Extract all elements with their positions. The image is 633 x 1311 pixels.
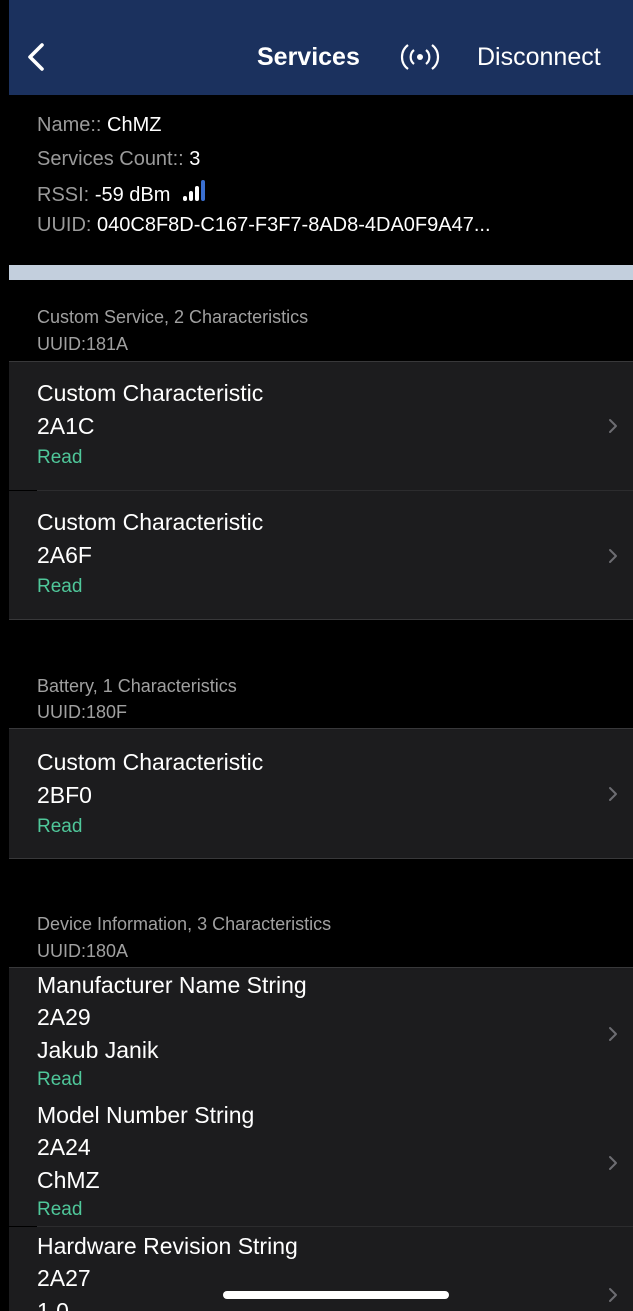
services-count-line: Services Count:: 3	[37, 147, 200, 171]
chevron-right-icon	[609, 549, 617, 563]
service-title: Custom Service, 2 Characteristics	[37, 307, 309, 327]
characteristic-name: Hardware Revision String	[37, 1233, 298, 1259]
device-name-line: Name:: ChMZ	[37, 113, 161, 137]
service-header: Device Information, 3 Characteristics UU…	[9, 859, 633, 967]
characteristic-name: Manufacturer Name String	[37, 972, 307, 998]
chevron-right-icon	[609, 1288, 617, 1302]
chevron-right-icon	[609, 1156, 617, 1170]
chevron-right-icon	[609, 787, 617, 801]
characteristic-row[interactable]: Model Number String 2A24 ChMZ Read	[9, 1097, 633, 1226]
characteristic-property: Read	[37, 1069, 83, 1090]
service-title: Battery, 1 Characteristics	[37, 676, 237, 696]
characteristic-property: Read	[37, 576, 83, 597]
characteristic-name: Custom Characteristic	[37, 509, 264, 535]
characteristic-value: Jakub Janik	[37, 1037, 159, 1063]
chevron-right-icon	[609, 419, 617, 433]
broadcast-icon[interactable]	[395, 40, 445, 74]
service-header: Battery, 1 Characteristics UUID:180F	[9, 620, 633, 728]
chevron-left-icon[interactable]	[23, 37, 51, 77]
services-count-label: Services Count::	[37, 148, 184, 170]
characteristic-value: ChMZ	[37, 1167, 100, 1193]
characteristic-property: Read	[37, 1199, 83, 1220]
device-name-label: Name::	[37, 114, 102, 136]
rssi-label: RSSI:	[37, 184, 90, 206]
service-uuid: UUID:180A	[37, 941, 129, 961]
characteristic-code: 2A29	[37, 1004, 91, 1030]
navigation-bar: Services Disconnect	[9, 0, 633, 95]
section-divider	[9, 265, 633, 280]
services-count-value: 3	[189, 148, 201, 170]
rssi-line: RSSI: -59 dBm	[37, 179, 208, 207]
chevron-right-icon	[609, 1027, 617, 1041]
characteristic-name: Model Number String	[37, 1102, 255, 1128]
characteristic-name: Custom Characteristic	[37, 749, 264, 775]
characteristic-code: 2A24	[37, 1134, 91, 1160]
characteristic-row[interactable]: Manufacturer Name String 2A29 Jakub Jani…	[9, 968, 633, 1097]
characteristic-code: 2A1C	[37, 413, 95, 439]
uuid-line: UUID: 040C8F8D-C167-F3F7-8AD8-4DA0F9A47.…	[37, 213, 491, 237]
service-uuid: UUID:181A	[37, 334, 129, 354]
characteristic-code: 2BF0	[37, 782, 92, 808]
characteristic-code: 2A27	[37, 1265, 91, 1291]
service-uuid: UUID:180F	[37, 702, 128, 722]
app-screen: Services Disconnect Name:: ChMZ Services…	[9, 0, 633, 1311]
characteristic-property: Read	[37, 447, 83, 468]
characteristic-value: 1.0	[37, 1298, 69, 1311]
service-title: Device Information, 3 Characteristics	[37, 914, 332, 934]
characteristic-row[interactable]: Custom Characteristic 2A6F Read	[9, 491, 633, 619]
uuid-value: 040C8F8D-C167-F3F7-8AD8-4DA0F9A47...	[97, 214, 491, 236]
characteristic-row[interactable]: Custom Characteristic 2BF0 Read	[9, 729, 633, 858]
disconnect-button[interactable]: Disconnect	[477, 43, 601, 72]
service-header: Custom Service, 2 Characteristics UUID:1…	[9, 280, 633, 361]
device-name-value: ChMZ	[107, 114, 162, 136]
signal-strength-icon	[182, 180, 205, 201]
characteristic-name: Custom Characteristic	[37, 380, 264, 406]
uuid-label: UUID:	[37, 214, 92, 236]
characteristic-row[interactable]: Custom Characteristic 2A1C Read	[9, 362, 633, 490]
characteristic-property: Read	[37, 816, 83, 837]
rssi-value: -59 dBm	[94, 184, 171, 206]
page-title: Services	[257, 43, 360, 71]
characteristic-code: 2A6F	[37, 542, 92, 568]
home-indicator[interactable]	[223, 1291, 449, 1299]
device-info-panel: Name:: ChMZ Services Count:: 3 RSSI: -59…	[9, 95, 633, 265]
